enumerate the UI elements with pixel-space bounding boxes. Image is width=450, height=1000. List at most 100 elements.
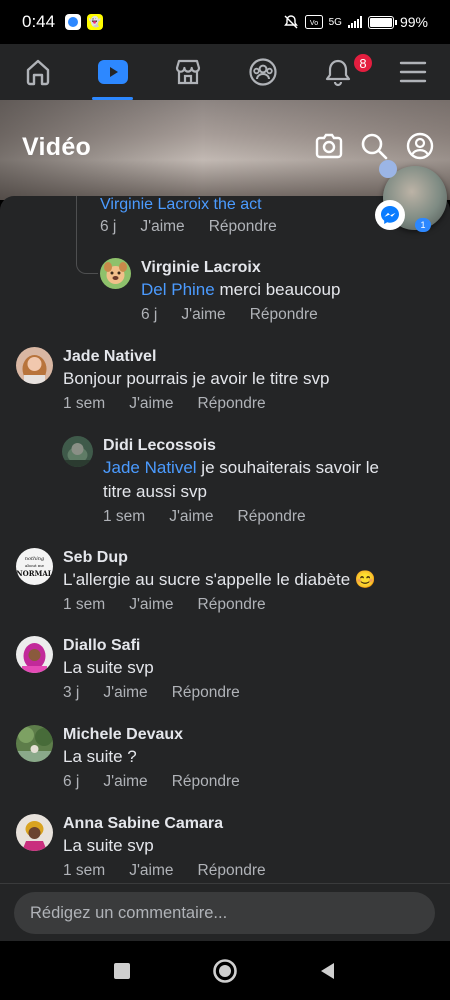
messenger-chat-head[interactable]: 1 xyxy=(375,160,447,232)
messenger-notification-icon xyxy=(65,14,82,30)
camera-button[interactable] xyxy=(314,132,344,164)
avatar[interactable] xyxy=(16,347,53,384)
comment-author[interactable]: Didi Lecossois xyxy=(103,436,409,456)
reply-link[interactable]: Répondre xyxy=(209,218,277,236)
tab-video[interactable] xyxy=(75,44,150,100)
comment-time: 1 sem xyxy=(63,596,106,613)
tab-groups[interactable] xyxy=(225,44,300,100)
like-link[interactable]: J'aime xyxy=(103,684,147,702)
avatar[interactable] xyxy=(16,725,53,762)
comment-actions: 1 sem J'aime Répondre xyxy=(63,395,329,413)
comment-item: Anna Sabine Camara La suite svp 1 sem J'… xyxy=(16,814,290,880)
avatar[interactable]: nothing about me NORMAL xyxy=(16,548,53,585)
comment-item: nothing about me NORMAL Seb Dup L'allergie… xyxy=(16,548,376,614)
comment-item: Jade Nativel Bonjour pourrais je avoir l… xyxy=(16,347,329,413)
avatar[interactable] xyxy=(16,636,53,673)
reply-link[interactable]: Répondre xyxy=(172,684,240,702)
reply-link[interactable]: Répondre xyxy=(198,395,266,413)
avatar[interactable] xyxy=(16,814,53,851)
truncated-comment-actions: 6 j J'aime Répondre xyxy=(100,218,301,236)
like-link[interactable]: J'aime xyxy=(169,508,213,526)
comment-author[interactable]: Seb Dup xyxy=(63,548,376,568)
comment-composer: Rédigez un commentaire... xyxy=(0,883,450,941)
comments-sheet[interactable]: Virginie Lacroix the act 6 j J'aime Répo… xyxy=(0,196,450,886)
comment-text: L'allergie au sucre s'appelle le diabète… xyxy=(63,570,377,589)
marketplace-icon xyxy=(175,59,200,85)
network-type: 5G xyxy=(328,16,342,28)
status-indicators: Vo 5G 99% xyxy=(283,14,428,30)
top-nav: 8 xyxy=(0,44,450,100)
page-title: Vidéo xyxy=(22,133,92,161)
like-link[interactable]: J'aime xyxy=(181,306,225,324)
reply-link[interactable]: Répondre xyxy=(238,508,306,526)
mute-icon xyxy=(283,15,298,29)
home-circle-icon[interactable] xyxy=(212,958,238,984)
comment-item: Virginie Lacroix Del Phine merci beaucou… xyxy=(100,258,342,324)
comment-author[interactable]: Michele Devaux xyxy=(63,725,264,745)
video-header: Vidéo xyxy=(0,100,450,200)
system-nav-bar xyxy=(0,941,450,1000)
tab-notifications[interactable]: 8 xyxy=(300,44,375,100)
comment-author[interactable]: Jade Nativel xyxy=(63,347,329,367)
battery-percent: 99% xyxy=(399,14,428,30)
comment-time: 1 sem xyxy=(103,508,146,525)
snapchat-notification-icon: 👻 xyxy=(87,14,104,30)
comment-time: 6 j xyxy=(141,306,158,323)
tab-marketplace[interactable] xyxy=(150,44,225,100)
profile-icon xyxy=(406,132,434,160)
reply-link[interactable]: Répondre xyxy=(198,596,266,614)
comment-text: Del Phine merci beaucoup xyxy=(141,280,341,299)
chat-head-drag-dot xyxy=(379,160,397,178)
comment-time: 1 sem xyxy=(63,395,106,412)
comment-input[interactable]: Rédigez un commentaire... xyxy=(14,892,435,934)
comment-item: Diallo Safi La suite svp 3 j J'aime Répo… xyxy=(16,636,264,702)
truncated-comment-text: Virginie Lacroix the act xyxy=(100,196,262,213)
svg-text:about me: about me xyxy=(25,563,45,568)
comment-text: Jade Nativel je souhaiterais savoir le t… xyxy=(103,458,379,501)
comment-author[interactable]: Virginie Lacroix xyxy=(141,258,342,278)
comment-actions: 1 sem J'aime Répondre xyxy=(63,862,290,880)
signal-icon xyxy=(347,16,362,28)
like-link[interactable]: J'aime xyxy=(129,862,173,880)
mention-link[interactable]: Jade Nativel xyxy=(103,458,197,477)
comment-time: 6 j xyxy=(63,773,80,790)
comment-author[interactable]: Anna Sabine Camara xyxy=(63,814,290,834)
chat-head-unread-badge: 1 xyxy=(415,218,431,232)
comment-text: Bonjour pourrais je avoir le titre svp xyxy=(63,369,330,388)
tab-home[interactable] xyxy=(0,44,75,100)
comment-text: La suite svp xyxy=(63,658,154,677)
comment-actions: 1 sem J'aime Répondre xyxy=(63,596,376,614)
tab-menu[interactable] xyxy=(375,44,450,100)
comment-author[interactable]: Diallo Safi xyxy=(63,636,264,656)
svg-text:nothing: nothing xyxy=(25,556,44,562)
svg-text:NORMAL: NORMAL xyxy=(16,569,52,578)
volte-icon: Vo xyxy=(304,15,323,29)
menu-icon xyxy=(399,61,426,83)
recents-square-icon[interactable] xyxy=(112,961,132,981)
reply-link[interactable]: Répondre xyxy=(198,862,266,880)
mention-link[interactable]: Del Phine xyxy=(141,280,215,299)
comment-time: 3 j xyxy=(63,684,80,701)
like-link[interactable]: J'aime xyxy=(129,395,173,413)
reply-thread-line xyxy=(76,196,98,274)
reply-link[interactable]: Répondre xyxy=(172,773,240,791)
bell-icon xyxy=(325,59,350,87)
profile-button[interactable] xyxy=(406,132,434,164)
comment-actions: 6 j J'aime Répondre xyxy=(141,306,342,324)
like-link[interactable]: J'aime xyxy=(140,218,184,236)
groups-icon xyxy=(248,58,277,86)
like-link[interactable]: J'aime xyxy=(129,596,173,614)
avatar[interactable] xyxy=(100,258,131,289)
reply-link[interactable]: Répondre xyxy=(250,306,318,324)
back-triangle-icon[interactable] xyxy=(318,961,338,981)
comment-time: 6 j xyxy=(100,218,117,235)
like-link[interactable]: J'aime xyxy=(103,773,147,791)
search-icon xyxy=(361,133,388,160)
comment-text: La suite svp xyxy=(63,836,154,855)
comment-time: 1 sem xyxy=(63,862,106,879)
avatar[interactable] xyxy=(62,436,93,467)
search-button[interactable] xyxy=(360,132,388,164)
battery-icon xyxy=(367,15,397,29)
video-icon xyxy=(97,60,128,84)
comment-actions: 6 j J'aime Répondre xyxy=(63,773,264,791)
